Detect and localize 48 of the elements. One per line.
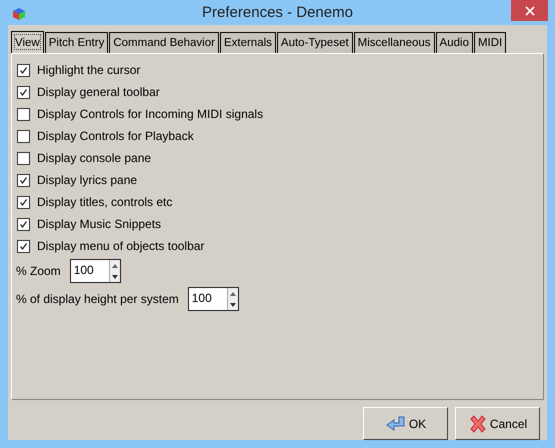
tab[interactable]: MIDI [474,32,506,53]
down-arrow-icon[interactable] [230,302,236,306]
tab[interactable]: Auto-Typeset [276,32,353,53]
app-icon [12,7,26,21]
close-icon [524,6,534,16]
option-label: Display menu of objects toolbar [37,239,204,253]
checkmark-icon [19,220,28,228]
checkbox[interactable] [17,196,30,208]
checkmark-icon [19,88,28,96]
up-arrow-icon[interactable] [230,292,236,296]
close-button[interactable] [511,0,548,21]
option-label: Display Music Snippets [37,217,162,231]
window-title: Preferences - Denemo [202,4,353,21]
option-label: Display general toolbar [37,85,160,99]
checkmark-icon [19,176,28,184]
option-label: Highlight the cursor [37,63,140,77]
checkbox[interactable] [17,130,30,142]
up-arrow-icon[interactable] [112,264,118,268]
tab[interactable]: Pitch Entry [44,32,108,53]
checkbox[interactable] [17,152,30,164]
tab[interactable]: Miscellaneous [354,32,435,53]
checkmark-icon [19,242,28,250]
number-field[interactable]: 100 [188,287,239,311]
cancel-button[interactable]: Cancel [455,407,540,440]
number-field[interactable]: 100 [70,259,121,283]
checkbox[interactable] [17,240,30,252]
option-label: Display Controls for Playback [37,129,194,143]
return-arrow-icon [384,414,407,432]
down-arrow-icon[interactable] [112,274,118,278]
checkbox[interactable] [17,86,30,98]
checkbox[interactable] [17,218,30,230]
checkbox[interactable] [17,108,30,120]
tab[interactable]: Audio [436,32,473,53]
option-label: Display titles, controls etc [37,195,172,209]
ok-button[interactable]: OK [363,407,448,440]
spinner-label: % of display height per system [16,292,179,306]
checkbox[interactable] [17,174,30,186]
cross-icon [468,414,488,434]
spinner-label: % Zoom [16,264,61,278]
option-label: Display lyrics pane [37,173,138,187]
checkbox[interactable] [17,64,30,76]
checkmark-icon [19,66,28,74]
option-label: Display console pane [37,151,152,165]
tab[interactable]: Externals [220,32,276,53]
option-label: Display Controls for Incoming MIDI signals [37,107,264,121]
tab[interactable]: Command Behavior [109,32,219,53]
checkmark-icon [19,198,28,206]
tab[interactable]: View [11,31,44,53]
